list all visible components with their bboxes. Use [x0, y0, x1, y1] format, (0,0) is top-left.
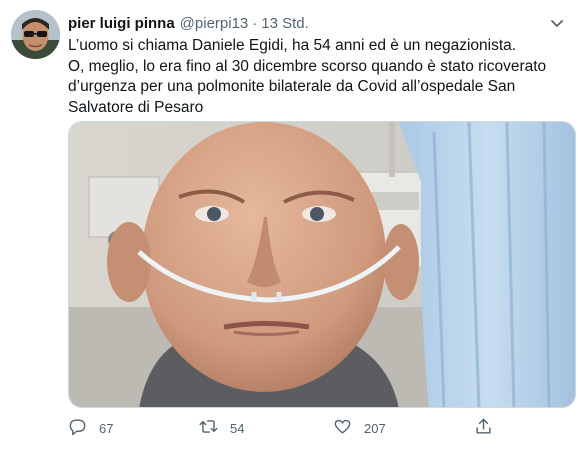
- like-count: 207: [364, 420, 386, 436]
- like-icon: [333, 417, 352, 439]
- separator-dot: ·: [252, 14, 258, 32]
- author-name[interactable]: pier luigi pinna: [68, 15, 175, 32]
- tweet-text: L’uomo si chiama Daniele Egidi, ha 54 an…: [68, 36, 568, 118]
- reply-icon: [68, 417, 87, 439]
- author-handle[interactable]: @pierpi13: [180, 15, 249, 32]
- more-icon[interactable]: [546, 12, 568, 34]
- retweet-count: 54: [230, 420, 245, 436]
- tweet-header: pier luigi pinna @pierpi13 · 13 Std.: [68, 12, 568, 34]
- tweet-photo[interactable]: [68, 121, 576, 408]
- share-icon: [474, 417, 493, 439]
- tweet-text-line: Salvatore di Pesaro: [68, 98, 204, 116]
- tweet-text-line: O, meglio, lo era fino al 30 dicembre sc…: [68, 57, 547, 75]
- retweet-button[interactable]: 54: [199, 414, 244, 442]
- tweet-text-line: L’uomo si chiama Daniele Egidi, ha 54 an…: [68, 37, 517, 54]
- tweet-actions: 67 54 207: [68, 414, 508, 442]
- retweet-icon: [199, 417, 218, 439]
- avatar[interactable]: [11, 10, 60, 59]
- reply-button[interactable]: 67: [68, 414, 113, 442]
- reply-count: 67: [99, 420, 114, 436]
- tweet-timestamp[interactable]: 13 Std.: [261, 15, 309, 32]
- like-button[interactable]: 207: [333, 414, 386, 442]
- tweet-text-line: d’urgenza per una polmonite bilaterale d…: [68, 78, 516, 95]
- share-button[interactable]: [474, 414, 493, 442]
